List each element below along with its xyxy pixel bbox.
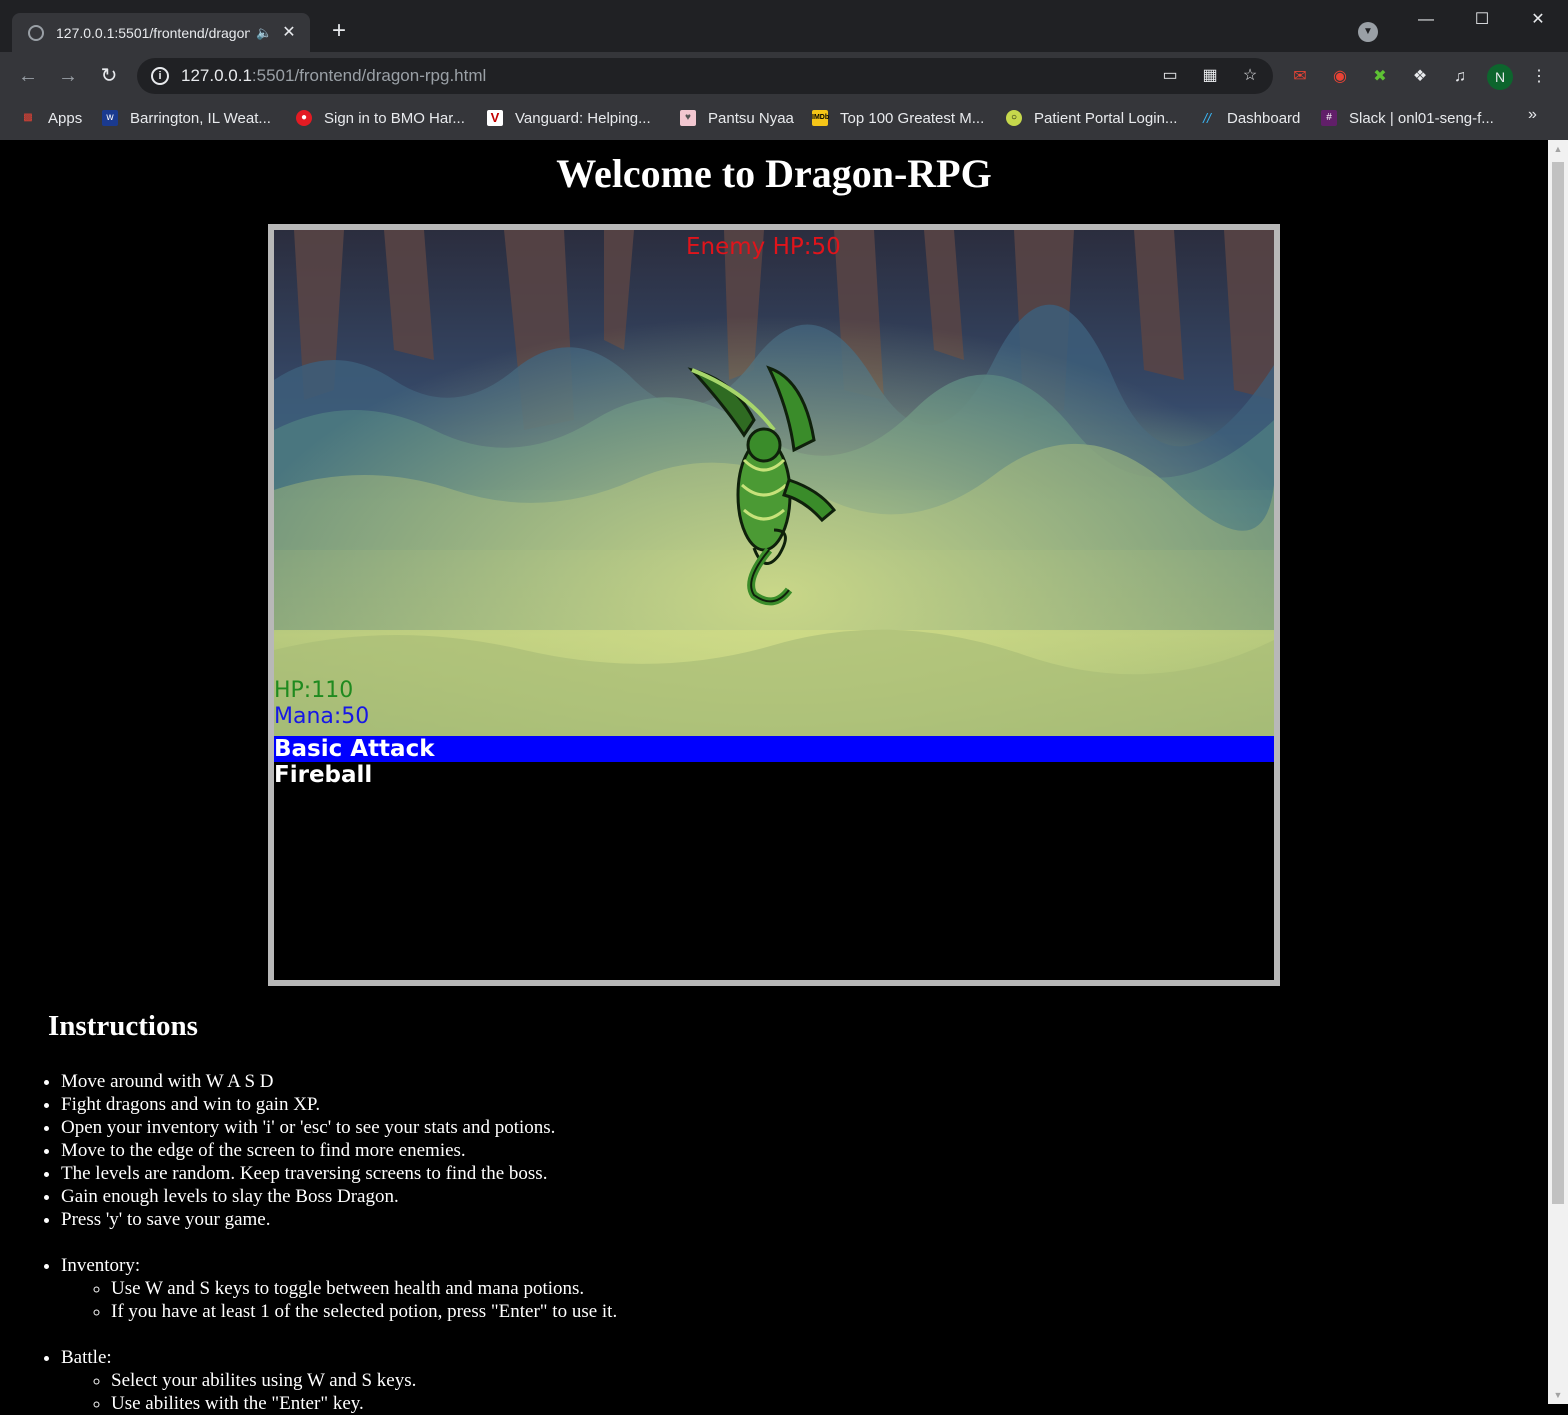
inventory-sublist: Use W and S keys to toggle between healt…	[111, 1277, 617, 1323]
dashboard-icon: //	[1203, 110, 1211, 126]
battle-sublist: Select your abilites using W and S keys.…	[111, 1369, 617, 1415]
reload-button[interactable]: ↻	[95, 62, 123, 90]
bookmarks-overflow-icon[interactable]: »	[1528, 106, 1537, 124]
list-item: Select your abilites using W and S keys.	[111, 1369, 617, 1392]
list-item: Press 'y' to save your game.	[61, 1208, 617, 1231]
apps-grid-icon: ▩	[23, 112, 33, 123]
scroll-down-icon[interactable]: ▼	[1548, 1386, 1568, 1404]
extensions-puzzle-icon[interactable]: ❖	[1409, 66, 1431, 88]
cast-icon[interactable]: ▭	[1159, 66, 1181, 86]
bookmark-label: Barrington, IL Weat...	[130, 109, 271, 127]
page-viewport: Welcome to Dragon-RPG Enemy HP:50 HP:110…	[0, 140, 1548, 1414]
bookmark-slack[interactable]: # Slack | onl01-seng-f...	[1321, 108, 1494, 128]
bookmark-dashboard[interactable]: // Dashboard	[1199, 108, 1300, 128]
list-spacer	[61, 1323, 617, 1346]
bookmark-vanguard[interactable]: V Vanguard: Helping...	[487, 108, 651, 128]
minimize-button[interactable]: —	[1398, 0, 1454, 40]
portal-icon: ○	[1006, 110, 1022, 126]
vanguard-icon: V	[487, 110, 503, 126]
maximize-button[interactable]: ☐	[1454, 0, 1510, 40]
bookmarks-bar: ▩ Apps w Barrington, IL Weat... ● Sign i…	[0, 100, 1568, 140]
list-item: Open your inventory with 'i' or 'esc' to…	[61, 1116, 617, 1139]
bookmark-pantsu[interactable]: ♥ Pantsu Nyaa	[680, 108, 794, 128]
inventory-label: Inventory:	[61, 1255, 141, 1276]
address-bar[interactable]: i 127.0.0.1:5501/frontend/dragon-rpg.htm…	[137, 58, 1273, 94]
ability-fireball[interactable]: Fireball	[274, 762, 1274, 788]
url-text: 127.0.0.1:5501/frontend/dragon-rpg.html	[181, 66, 486, 86]
list-item: Gain enough levels to slay the Boss Drag…	[61, 1185, 617, 1208]
bookmark-label: Slack | onl01-seng-f...	[1349, 109, 1494, 127]
player-mana-label: Mana:50	[274, 704, 370, 729]
slack-icon: #	[1321, 110, 1337, 126]
bookmark-weather[interactable]: w Barrington, IL Weat...	[102, 108, 271, 128]
url-path: :5501/frontend/dragon-rpg.html	[251, 66, 487, 85]
tab-title: 127.0.0.1:5501/frontend/dragon-rpg.html	[56, 25, 250, 41]
bookmark-label: Vanguard: Helping...	[515, 109, 651, 127]
weather-channel-icon: w	[102, 110, 118, 126]
bookmark-patient-portal[interactable]: ○ Patient Portal Login...	[1006, 108, 1177, 128]
pantsu-icon: ♥	[680, 110, 696, 126]
page-title: Welcome to Dragon-RPG	[556, 151, 992, 196]
speaker-icon[interactable]: 🔈	[256, 25, 274, 41]
bookmark-label: Sign in to BMO Har...	[324, 109, 465, 127]
page-scrollbar[interactable]: ▲ ▼	[1548, 140, 1568, 1404]
gmail-extension-icon[interactable]: ✉	[1289, 66, 1311, 88]
enemy-hp-label: Enemy HP:50	[686, 234, 841, 260]
close-window-button[interactable]: ✕	[1510, 0, 1566, 40]
bookmark-apps[interactable]: ▩ Apps	[20, 108, 82, 128]
site-info-icon[interactable]: i	[151, 67, 169, 85]
list-spacer	[61, 1231, 617, 1254]
bookmark-label: Patient Portal Login...	[1034, 109, 1178, 127]
scroll-up-icon[interactable]: ▲	[1548, 140, 1568, 158]
url-host: 127.0.0.1	[181, 66, 252, 85]
player-hp-label: HP:110	[274, 678, 354, 703]
tab-search-icon[interactable]: ▼	[1358, 22, 1378, 42]
bookmark-label: Top 100 Greatest M...	[840, 109, 985, 127]
list-item: The levels are random. Keep traversing s…	[61, 1162, 617, 1185]
instructions-list: Move around with W A S D Fight dragons a…	[61, 1070, 617, 1415]
list-item: Move to the edge of the screen to find m…	[61, 1139, 617, 1162]
list-item: Move around with W A S D	[61, 1070, 617, 1093]
media-queue-icon[interactable]: ♫	[1449, 66, 1471, 88]
inventory-item: Inventory: Use W and S keys to toggle be…	[61, 1254, 617, 1323]
extension-green-x-icon[interactable]: ✖	[1369, 66, 1391, 88]
imdb-icon: IMDb	[812, 110, 829, 126]
browser-chrome: 127.0.0.1:5501/frontend/dragon-rpg.html …	[0, 0, 1568, 140]
list-item: Fight dragons and win to gain XP.	[61, 1093, 617, 1116]
profile-avatar[interactable]: N	[1487, 64, 1513, 90]
bookmark-label: Dashboard	[1227, 109, 1301, 127]
bookmark-label: Pantsu Nyaa	[708, 109, 794, 127]
battle-scene: Enemy HP:50 HP:110 Mana:50	[274, 230, 1274, 736]
tab-strip: 127.0.0.1:5501/frontend/dragon-rpg.html …	[0, 0, 1568, 53]
list-item: If you have at least 1 of the selected p…	[111, 1300, 617, 1323]
instructions-heading: Instructions	[48, 1010, 198, 1042]
globe-icon	[28, 25, 44, 41]
forward-button[interactable]: →	[54, 62, 82, 90]
battle-label: Battle:	[61, 1347, 112, 1368]
bookmark-bmo[interactable]: ● Sign in to BMO Har...	[296, 108, 465, 128]
scrollbar-thumb[interactable]	[1552, 162, 1564, 1204]
close-tab-icon[interactable]: ✕	[280, 24, 298, 42]
qr-code-icon[interactable]: ▦	[1199, 66, 1221, 86]
back-button[interactable]: ←	[14, 62, 42, 90]
list-item: Use W and S keys to toggle between healt…	[111, 1277, 617, 1300]
ability-basic-attack[interactable]: Basic Attack	[274, 736, 1274, 762]
bmo-icon: ●	[296, 110, 312, 126]
menu-kebab-icon[interactable]: ⋮	[1528, 66, 1550, 88]
battle-item: Battle: Select your abilites using W and…	[61, 1346, 617, 1415]
bookmark-star-icon[interactable]: ☆	[1239, 66, 1261, 86]
ability-menu: Basic Attack Fireball	[274, 736, 1274, 788]
tab-dragon-rpg[interactable]: 127.0.0.1:5501/frontend/dragon-rpg.html …	[12, 13, 310, 53]
bookmark-imdb[interactable]: IMDb Top 100 Greatest M...	[812, 108, 984, 128]
forest-background	[274, 230, 1274, 736]
new-tab-button[interactable]: +	[326, 18, 352, 44]
game-canvas[interactable]: Enemy HP:50 HP:110 Mana:50 Basic Attack …	[268, 224, 1280, 986]
toolbar: ← → ↻ i 127.0.0.1:5501/frontend/dragon-r…	[0, 52, 1568, 100]
bookmark-label: Apps	[48, 109, 83, 127]
extension-red-icon[interactable]: ◉	[1329, 66, 1351, 88]
